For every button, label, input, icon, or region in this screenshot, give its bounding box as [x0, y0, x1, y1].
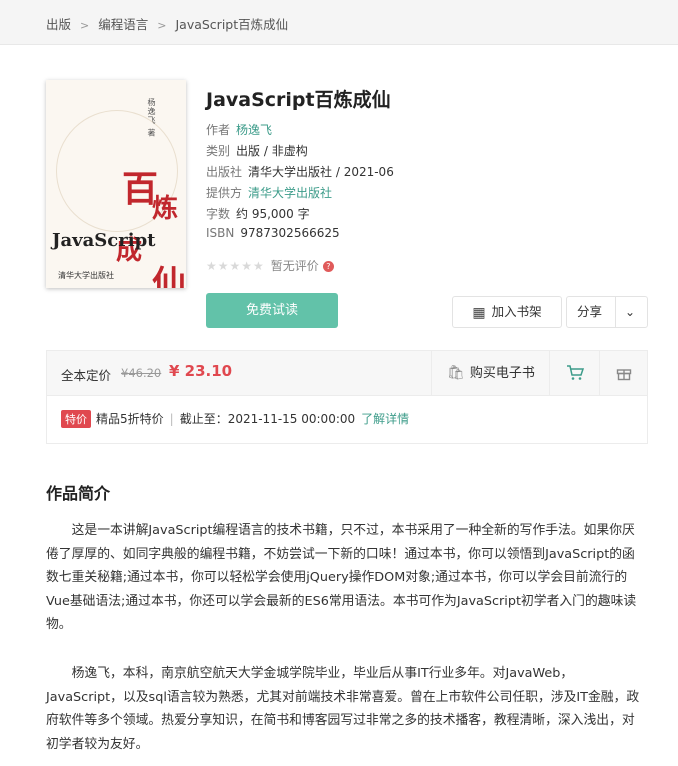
- top-bar: 出版 > 编程语言 > JavaScript百炼成仙: [0, 0, 678, 45]
- author-label: 作者: [206, 123, 231, 137]
- book-cover[interactable]: 杨逸飞 著 百 炼 成 仙 JavaScript 清华大学出版社: [46, 80, 186, 288]
- category-value[interactable]: 出版 / 非虚构: [236, 144, 308, 158]
- isbn-label: ISBN: [206, 226, 235, 240]
- promo-text: 精品5折特价: [96, 412, 164, 426]
- cover-author: 杨逸飞 著: [147, 98, 156, 138]
- original-price: ¥46.20: [121, 366, 162, 380]
- breadcrumb: 出版 > 编程语言 > JavaScript百炼成仙: [46, 14, 288, 33]
- share-label: 分享: [577, 304, 603, 319]
- chevron-right-icon: >: [157, 19, 167, 32]
- author-bio-paragraph: 杨逸飞，本科，南京航空航天大学金城学院毕业，毕业后从事IT行业多年。对JavaW…: [46, 666, 640, 752]
- publisher-label: 出版社: [206, 165, 243, 179]
- breadcrumb-item-current: JavaScript百炼成仙: [175, 17, 289, 32]
- promo-badge: 特价: [61, 410, 91, 428]
- cover-title-char: 仙: [152, 264, 186, 288]
- author-link[interactable]: 杨逸飞: [236, 123, 272, 137]
- provider-label: 提供方: [206, 186, 243, 200]
- wordcount-row: 字数约 95,000 字: [206, 205, 310, 222]
- free-trial-button[interactable]: 免费试读: [206, 293, 338, 328]
- gift-icon: [616, 369, 632, 381]
- divider: |: [169, 412, 174, 426]
- bookshelf-add-icon: ▦: [472, 305, 486, 321]
- divider: [615, 297, 616, 327]
- cover-title-char: 炼: [152, 194, 179, 224]
- publisher-row: 出版社 清华大学出版社 / 2021-06: [206, 163, 394, 180]
- breadcrumb-item-publish[interactable]: 出版: [46, 14, 71, 33]
- price-box: 全本定价 ¥46.20 ¥ 23.10 🛍 购买电子书 特价 精品5折特价 | 截止至：…: [46, 350, 648, 444]
- sale-price: ¥ 23.10: [169, 362, 233, 380]
- add-to-shelf-button[interactable]: ▦ 加入书架: [452, 296, 562, 328]
- promo-row: 特价 精品5折特价 | 截止至：2021-11-15 00:00:00 了解详情: [61, 410, 409, 428]
- cover-publisher: 清华大学出版社: [58, 271, 114, 280]
- category-label: 类别: [206, 144, 231, 158]
- isbn-value: 9787302566625: [240, 226, 340, 240]
- intro-paragraph: 这是一本讲解JavaScript编程语言的技术书籍，只不过，本书采用了一种全新的…: [46, 523, 637, 632]
- add-to-shelf-label: 加入书架: [491, 304, 542, 319]
- gift-button[interactable]: [599, 351, 648, 395]
- rating-text: 暂无评价: [270, 259, 319, 273]
- share-button[interactable]: 分享 ⌄: [566, 296, 648, 328]
- chevron-right-icon: >: [80, 19, 90, 32]
- cover-title-en: JavaScript: [52, 230, 156, 251]
- cart-button[interactable]: [549, 351, 600, 395]
- category-row: 类别 出版 / 非虚构: [206, 142, 308, 159]
- cart-icon: [567, 365, 585, 380]
- provider-link[interactable]: 清华大学出版社: [248, 186, 332, 200]
- publisher-value: 清华大学出版社 / 2021-06: [248, 165, 394, 179]
- promo-details-link[interactable]: 了解详情: [361, 412, 409, 426]
- rating-row: ★★★★★ 暂无评价?: [206, 257, 334, 274]
- help-icon[interactable]: ?: [322, 261, 334, 272]
- price-row: 全本定价 ¥46.20 ¥ 23.10 🛍 购买电子书: [47, 351, 647, 396]
- chevron-down-icon[interactable]: ⌄: [625, 297, 635, 327]
- star-rating-icon: ★★★★★: [206, 259, 265, 273]
- shopping-bag-icon: 🛍: [447, 365, 465, 381]
- book-title: JavaScript百炼成仙: [206, 89, 391, 111]
- promo-deadline: 截止至：2021-11-15 00:00:00: [179, 412, 356, 426]
- intro-title: 作品简介: [46, 484, 111, 503]
- price-label: 全本定价: [61, 368, 112, 383]
- wordcount-value: 约 95,000 字: [236, 207, 310, 221]
- author-row: 作者 杨逸飞: [206, 121, 272, 138]
- breadcrumb-item-programming[interactable]: 编程语言: [98, 14, 148, 33]
- isbn-row: ISBN 9787302566625: [206, 226, 340, 240]
- buy-ebook-label: 购买电子书: [469, 366, 535, 381]
- wordcount-label: 字数: [206, 207, 231, 221]
- buy-ebook-button[interactable]: 🛍 购买电子书: [431, 351, 550, 395]
- provider-row: 提供方 清华大学出版社: [206, 184, 332, 201]
